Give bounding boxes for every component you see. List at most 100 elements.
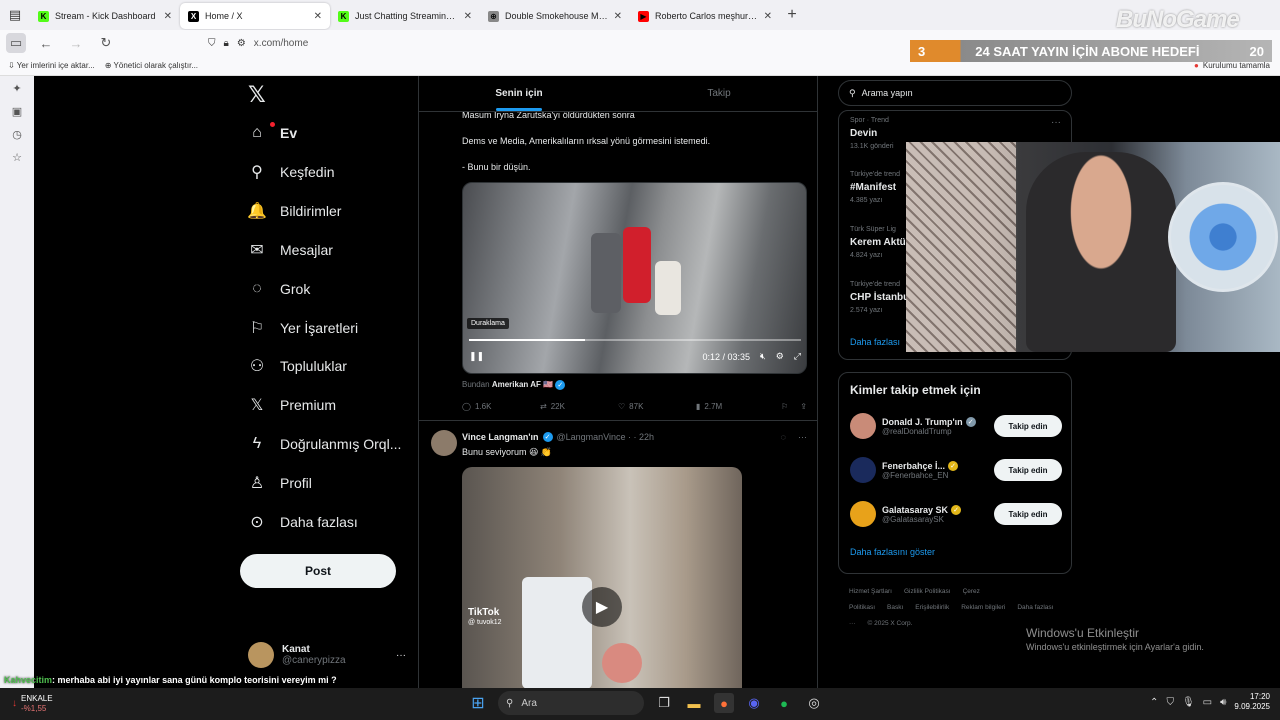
trends-more-link[interactable]: Daha fazlası [850, 337, 900, 347]
sidebar-toggle-icon[interactable]: ▭ [6, 33, 26, 53]
grok-icon[interactable]: ◌ [781, 432, 786, 442]
bookmark-import[interactable]: ⇩ Yer imlerini içe aktar... [8, 61, 95, 70]
tweet-video[interactable]: Duraklama ❚❚ 0:12 / 03:35 🔇︎ ⚙ ⤢ [462, 182, 807, 374]
verified-badge-icon: ✓ [555, 380, 566, 390]
follow-suggestion[interactable]: Galatasaray SK ✓ @GalatasaraySK Takip edi… [850, 501, 1062, 527]
mute-icon[interactable]: 🔇︎ [760, 351, 766, 362]
nav-item-home[interactable]: ⌂ Ev [248, 122, 297, 142]
nav-item-search[interactable]: ⚲ Keşfedin [248, 163, 334, 181]
avatar[interactable] [431, 430, 457, 456]
avatar[interactable] [850, 457, 876, 483]
close-icon[interactable]: ✕ [614, 11, 622, 22]
discord-icon[interactable]: ◉ [744, 693, 764, 713]
pause-icon[interactable]: ❚❚ [469, 351, 484, 362]
nav-item-profile[interactable]: ♙ Profil [248, 474, 312, 492]
account-switcher[interactable]: Kanat @canerypizza ··· [248, 642, 406, 668]
taskbar-search[interactable]: ⚲ Ara [498, 691, 644, 715]
follow-suggestion[interactable]: Donald J. Trump'ın ✓ @realDonaldTrump Tak… [850, 413, 1062, 439]
nav-item-communities[interactable]: ⚇ Topluluklar [248, 357, 347, 375]
reload-icon[interactable]: ↻ [96, 33, 116, 53]
star-icon[interactable]: ☆ [12, 151, 22, 164]
browser-tab[interactable]: K Stream - Kick Dashboard ✕ [30, 3, 180, 29]
settings-gear-icon[interactable]: ⚙ [776, 351, 784, 362]
browser-tab[interactable]: K Just Chatting Streaming - Live S ✕ [330, 3, 480, 29]
spotify-icon[interactable]: ● [774, 693, 794, 713]
task-view-icon[interactable]: ❐ [654, 693, 674, 713]
views-button[interactable]: ▮ 2.7M [696, 402, 774, 411]
tab-following[interactable]: Takip [619, 76, 817, 111]
fullscreen-icon[interactable]: ⤢ [794, 351, 801, 362]
browser-tab[interactable]: ▶ Roberto Carlos meşhur vuruşu ✕ [630, 3, 780, 29]
nav-item-x-premium[interactable]: 𝕏 Premium [248, 396, 336, 414]
back-icon[interactable]: ← [36, 33, 56, 53]
more-dots-icon[interactable]: ··· [1051, 117, 1061, 128]
nav-item-more-circle[interactable]: ⊙ Daha fazlası [248, 513, 358, 531]
footer-link[interactable]: Reklam bilgileri [961, 604, 1005, 611]
mic-icon[interactable]: 🎙︎ [1182, 697, 1195, 708]
close-icon[interactable]: ✕ [314, 11, 322, 22]
nav-item-bell[interactable]: 🔔 Bildirimler [247, 202, 341, 220]
follow-button[interactable]: Takip edin [994, 415, 1062, 437]
firefox-icon[interactable]: ● [714, 693, 734, 713]
follow-button[interactable]: Takip edin [994, 503, 1062, 525]
avatar[interactable] [850, 413, 876, 439]
search-input[interactable]: ⚲ Arama yapın [838, 80, 1072, 106]
tweet-video[interactable]: ▶ TikTok @ tuvok12 [462, 467, 742, 688]
stock-widget[interactable]: ↓ ENKALE -%1,55 [12, 694, 53, 713]
post-button[interactable]: Post [240, 554, 396, 588]
footer-link[interactable]: Erişilebilirlik [915, 604, 949, 611]
security-icon[interactable]: ⛉ [1166, 697, 1174, 708]
ai-chat-icon[interactable]: ✦ [12, 82, 21, 95]
browser-tab[interactable]: ⊕ Double Smokehouse Menü Kald ✕ [480, 3, 630, 29]
footer-link[interactable]: Gizlilik Politikası [904, 588, 951, 595]
footer-link[interactable]: © 2025 X Corp. [868, 620, 913, 627]
video-figure [522, 577, 592, 688]
nav-item-mail[interactable]: ✉ Mesajlar [248, 241, 333, 259]
forward-icon[interactable]: → [66, 33, 86, 53]
network-icon[interactable]: ▭ [1203, 697, 1212, 708]
footer-link[interactable]: Hizmet Şartları [849, 588, 892, 595]
tab-for-you[interactable]: Senin için [419, 76, 619, 111]
windows-start-icon[interactable]: ⊞ [468, 693, 488, 713]
file-explorer-icon[interactable]: ▬ [684, 693, 704, 713]
avatar[interactable] [850, 501, 876, 527]
chevron-up-icon[interactable]: ⌃ [1150, 697, 1158, 708]
source-account-link[interactable]: Amerikan AF 🇺🇸 [492, 380, 553, 389]
play-icon[interactable]: ▶ [582, 587, 622, 627]
trend-item[interactable]: Spor · Trend Devin 13.1K gönderi [850, 117, 894, 150]
bookmark-icon[interactable]: ⚐ [781, 402, 788, 411]
x-logo-icon[interactable]: 𝕏 [248, 82, 266, 108]
author-name[interactable]: Vince Langman'ın [462, 432, 539, 442]
show-more-link[interactable]: Daha fazlasını göster [850, 547, 935, 557]
clock[interactable]: 17:20 9.09.2025 [1234, 692, 1270, 713]
like-button[interactable]: ♡ 87K [618, 402, 696, 411]
more-dots-icon[interactable]: ··· [798, 432, 807, 442]
new-tab-button[interactable]: + [780, 6, 804, 24]
video-progress-bar[interactable] [469, 339, 801, 341]
trend-item[interactable]: Türkiye'de trend CHP İstanbu 2.574 yazı [850, 281, 909, 314]
nav-item-bookmark[interactable]: ⚐ Yer İşaretleri [248, 319, 358, 337]
close-icon[interactable]: ✕ [164, 11, 172, 22]
more-dots-icon[interactable]: ··· [396, 650, 406, 661]
nav-item-grok[interactable]: ◌ Grok [248, 280, 310, 298]
close-icon[interactable]: ✕ [764, 11, 772, 22]
follow-button[interactable]: Takip edin [994, 459, 1062, 481]
trend-item[interactable]: Türk Süper Lig Kerem Aktü 4.824 yazı [850, 226, 906, 259]
trend-item[interactable]: Türkiye'de trend #Manifest 4.385 yazı [850, 171, 900, 204]
complete-setup-link[interactable]: ● Kurulumu tamamla [1194, 61, 1270, 70]
nav-item-lightning[interactable]: ϟ Doğrulanmış Orql... [248, 435, 402, 453]
speaker-icon[interactable]: 🔊︎ [1220, 697, 1226, 708]
repost-button[interactable]: ⇄ 22K [540, 402, 618, 411]
history-icon[interactable]: ◷ [12, 128, 22, 141]
reply-button[interactable]: ◯ 1.6K [462, 402, 540, 411]
obs-icon[interactable]: ◎ [804, 693, 824, 713]
share-icon[interactable]: ⇪ [800, 402, 807, 411]
bookmark-admin[interactable]: ⊕ Yönetici olarak çalıştır... [105, 61, 198, 70]
footer-link[interactable]: Baskı [887, 604, 903, 611]
follow-suggestion[interactable]: Fenerbahçe İ... ✓ @Fenerbahce_EN Takip ed… [850, 457, 1062, 483]
browser-tab[interactable]: X Home / X ✕ [180, 3, 330, 29]
tab-list-icon[interactable]: ▤ [0, 0, 30, 30]
close-icon[interactable]: ✕ [464, 11, 472, 22]
tabs-icon[interactable]: ▣ [12, 105, 22, 118]
url-bar[interactable]: ⛉ 🔒︎ ⚙ x.com/home [208, 38, 908, 49]
